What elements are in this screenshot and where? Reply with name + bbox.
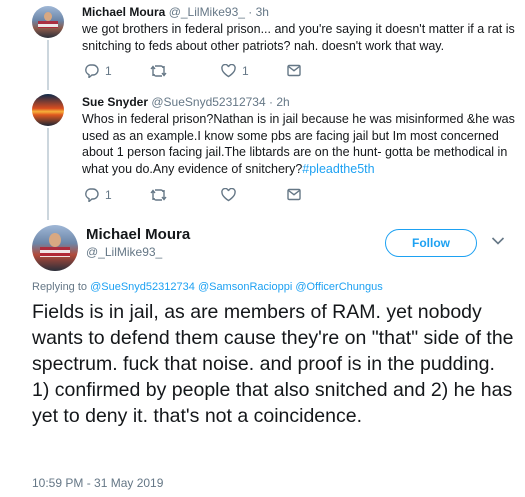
separator: · (248, 5, 253, 19)
like-icon (221, 188, 236, 202)
reply-count: 1 (105, 64, 112, 78)
thread-line (47, 40, 49, 90)
tweet-time[interactable]: 3h (256, 5, 269, 19)
tweet[interactable]: Sue Snyder @SueSnyd52312734 · 2h Whos in… (82, 95, 515, 177)
avatar[interactable] (32, 225, 78, 271)
reply-count: 1 (105, 188, 112, 202)
thread-line (47, 128, 49, 220)
reply-icon (85, 64, 99, 78)
display-name[interactable]: Michael Moura (86, 226, 190, 243)
chevron-down-icon[interactable] (491, 236, 505, 246)
tweet-time[interactable]: 2h (276, 95, 289, 109)
mention-link[interactable]: @SamsonRacioppi (198, 281, 292, 293)
replying-to-label: Replying to (32, 281, 88, 293)
separator: · (269, 95, 273, 109)
tweet-text: Whos in federal prison?Nathan is in jail… (82, 111, 515, 177)
tweet-text: we got brothers in federal prison... and… (82, 22, 515, 53)
tweet-header: Michael Moura @_LilMike93_ · 3h (82, 5, 515, 20)
follow-button[interactable]: Follow (385, 229, 477, 257)
mention-link[interactable]: @SueSnyd52312734 (90, 281, 195, 293)
hashtag-link[interactable]: #pleadthe5th (302, 162, 374, 176)
avatar[interactable] (32, 94, 64, 126)
tweet-header: Sue Snyder @SueSnyd52312734 · 2h (82, 95, 515, 110)
mention-link[interactable]: @OfficerChungus (295, 281, 382, 293)
replying-to: Replying to @SueSnyd52312734 @SamsonRaci… (32, 281, 383, 293)
user-handle: @SueSnyd52312734 (151, 95, 266, 109)
main-tweet-text: Fields is in jail, as are members of RAM… (32, 301, 514, 427)
tweet[interactable]: Michael Moura @_LilMike93_ · 3h we got b… (82, 5, 515, 54)
display-name[interactable]: Michael Moura (82, 5, 165, 19)
reply-button[interactable]: 1 (84, 188, 112, 202)
retweet-button[interactable] (150, 188, 173, 202)
user-handle: @_LilMike93_ (168, 5, 245, 19)
avatar[interactable] (32, 6, 64, 38)
like-button[interactable]: 1 (221, 64, 249, 78)
like-icon (221, 64, 236, 78)
message-icon (287, 64, 301, 77)
tweet-timestamp[interactable]: 10:59 PM - 31 May 2019 (32, 476, 163, 490)
display-name[interactable]: Sue Snyder (82, 95, 148, 109)
retweet-button[interactable] (150, 64, 173, 78)
message-icon (287, 188, 301, 201)
tweet-text-body: Whos in federal prison?Nathan is in jail… (82, 112, 515, 176)
retweet-icon (150, 189, 167, 201)
retweet-icon (150, 65, 167, 77)
reply-button[interactable]: 1 (84, 64, 112, 78)
user-handle[interactable]: @_LilMike93_ (86, 245, 162, 259)
like-count: 1 (242, 64, 249, 78)
like-button[interactable] (221, 188, 242, 202)
message-button[interactable] (287, 64, 301, 77)
message-button[interactable] (287, 188, 301, 201)
reply-icon (85, 188, 99, 202)
